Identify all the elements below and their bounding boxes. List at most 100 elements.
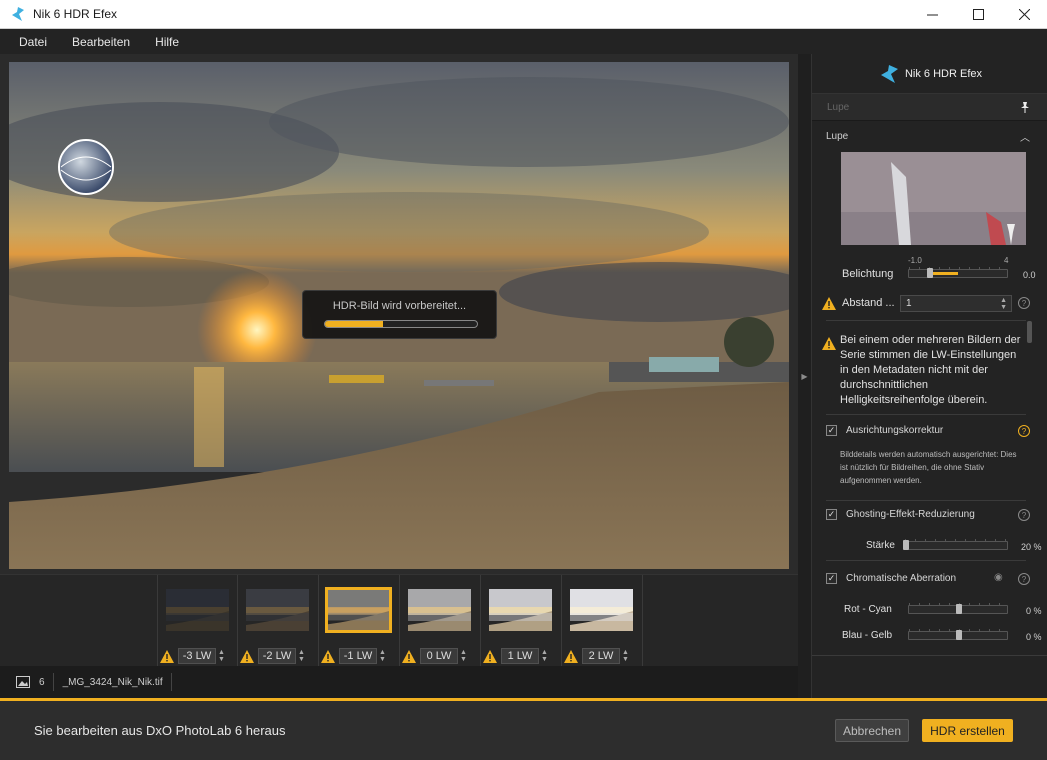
lw-warning-text: Bei einem oder mehreren Bildern der Seri… — [840, 334, 1021, 406]
loupe-section: Lupe ︿ -1.0 4 Belichtung 0.0 Abstand ...… — [812, 121, 1047, 760]
filmstrip-item[interactable]: 0 LW ▲ ▼ — [400, 575, 481, 667]
blue-yellow-knob[interactable] — [956, 630, 962, 640]
exposure-fill — [928, 272, 958, 275]
menu-bearbeiten[interactable]: Bearbeiten — [72, 35, 130, 49]
pin-icon[interactable] — [1019, 101, 1031, 113]
cancel-button[interactable]: Abbrechen — [835, 719, 909, 742]
panel-header: Nik 6 HDR Efex — [812, 54, 1047, 94]
alignment-help-icon[interactable]: ? — [1018, 425, 1030, 437]
filmstrip-item[interactable]: -3 LW ▲ ▼ — [157, 575, 238, 667]
divider — [826, 320, 1026, 321]
blue-yellow-label: Blau - Gelb — [842, 630, 893, 641]
divider — [826, 560, 1026, 561]
ev-spinner-arrows-icon[interactable]: ▲ ▼ — [622, 649, 629, 663]
divider — [826, 500, 1026, 501]
minimize-button[interactable] — [909, 0, 955, 29]
close-button[interactable] — [1001, 0, 1047, 29]
warning-icon — [822, 297, 836, 310]
filename: _MG_3424_Nik_Nik.tif — [63, 673, 172, 691]
ev-value-field[interactable]: -2 LW — [258, 648, 296, 664]
ev-value-field[interactable]: -1 LW — [339, 648, 377, 664]
red-cyan-slider[interactable] — [908, 603, 1008, 614]
create-hdr-button[interactable]: HDR erstellen — [922, 719, 1013, 742]
warning-icon — [483, 649, 497, 663]
exposure-ticks — [909, 267, 1007, 270]
ghosting-checkbox[interactable]: ✓ — [826, 509, 837, 520]
filmstrip-item[interactable]: 1 LW ▲ ▼ — [481, 575, 562, 667]
ev-control: -2 LW ▲ ▼ — [240, 648, 305, 664]
status-strip: 6 _MG_3424_Nik_Nik.tif — [0, 666, 798, 698]
warning-icon — [321, 649, 335, 663]
strength-label: Stärke — [866, 540, 895, 551]
divider — [826, 414, 1026, 415]
ev-value-field[interactable]: 1 LW — [501, 648, 539, 664]
exposure-knob[interactable] — [927, 268, 933, 278]
blue-yellow-slider[interactable] — [908, 629, 1008, 640]
loupe-title: Lupe — [826, 131, 849, 142]
thumbnail[interactable] — [246, 589, 309, 631]
ev-value-field[interactable]: 0 LW — [420, 648, 458, 664]
chromatic-help-icon[interactable]: ? — [1018, 573, 1030, 585]
distance-help-icon[interactable]: ? — [1018, 297, 1030, 309]
loupe-header: Lupe — [812, 94, 1047, 121]
progress-text: HDR-Bild wird vorbereitet... — [332, 300, 467, 312]
thumbnail[interactable] — [570, 589, 633, 631]
ev-spinner-arrows-icon[interactable]: ▲ ▼ — [218, 649, 225, 663]
filmstrip-item[interactable]: -1 LW ▲ ▼ — [319, 575, 400, 667]
image-icon — [16, 676, 30, 688]
ev-value-field[interactable]: 2 LW — [582, 648, 620, 664]
ev-spinner-arrows-icon[interactable]: ▲ ▼ — [460, 649, 467, 663]
ev-spinner-arrows-icon[interactable]: ▲ ▼ — [541, 649, 548, 663]
strength-ticks — [905, 539, 1007, 542]
thumbnail[interactable] — [166, 589, 229, 631]
strength-knob[interactable] — [903, 540, 909, 550]
chromatic-label: Chromatische Aberration — [846, 573, 957, 584]
footer-message: Sie bearbeiten aus DxO PhotoLab 6 heraus — [34, 723, 286, 738]
exposure-value: 0.0 — [1023, 270, 1036, 280]
image-count: 6 — [39, 673, 54, 691]
watermark-badge — [31, 112, 141, 222]
thumbnail[interactable] — [489, 589, 552, 631]
thumbnail[interactable] — [408, 589, 471, 631]
ev-value-field[interactable]: -3 LW — [178, 648, 216, 664]
ev-spinner-arrows-icon[interactable]: ▲ ▼ — [298, 649, 305, 663]
filmstrip-item[interactable]: -2 LW ▲ ▼ — [238, 575, 319, 667]
chevron-right-icon: ▶ — [801, 371, 808, 381]
window-controls — [909, 0, 1047, 29]
ev-control: 0 LW ▲ ▼ — [402, 648, 467, 664]
ghosting-label: Ghosting-Effekt-Reduzierung — [846, 509, 975, 520]
panel-scrollbar[interactable] — [1027, 321, 1032, 343]
panel-collapse-toggle[interactable]: ▶ — [798, 54, 811, 698]
spinner-arrows-icon[interactable]: ▲ ▼ — [1000, 297, 1007, 311]
exposure-min-label: -1.0 — [908, 256, 922, 265]
ev-control: 2 LW ▲ ▼ — [564, 648, 629, 664]
close-icon — [1018, 9, 1030, 20]
thumbnail[interactable] — [325, 587, 392, 633]
maximize-button[interactable] — [955, 0, 1001, 29]
ev-spinner-arrows-icon[interactable]: ▲ ▼ — [379, 649, 386, 663]
exposure-max-label: 4 — [1004, 256, 1009, 265]
loupe-preview — [841, 152, 1026, 245]
strength-slider[interactable] — [903, 539, 1008, 550]
menu-hilfe[interactable]: Hilfe — [155, 35, 179, 49]
distance-spinner[interactable]: 1 ▲ ▼ — [900, 295, 1012, 312]
minimize-icon — [926, 14, 938, 16]
eye-icon[interactable]: ◉ — [994, 572, 1003, 583]
warning-icon — [240, 649, 254, 663]
warning-icon — [822, 337, 836, 350]
chromatic-checkbox[interactable]: ✓ — [826, 573, 837, 584]
chevron-up-icon[interactable]: ︿ — [1020, 129, 1030, 144]
red-cyan-value: 0 % — [1026, 606, 1042, 616]
menu-bar: Datei Bearbeiten Hilfe — [0, 29, 1047, 54]
filmstrip: -3 LW ▲ ▼ -2 LW ▲ ▼ -1 LW ▲ ▼ 0 LW ▲ ▼ 1 LW ▲ ▼ 2 LW ▲ ▼ — [0, 574, 798, 667]
alignment-checkbox[interactable]: ✓ — [826, 425, 837, 436]
exposure-slider[interactable] — [908, 267, 1008, 278]
maximize-icon — [972, 9, 984, 20]
menu-datei[interactable]: Datei — [19, 35, 47, 49]
red-cyan-label: Rot - Cyan — [844, 604, 892, 615]
alignment-note: Bilddetails werden automatisch ausgerich… — [840, 450, 1017, 485]
red-cyan-knob[interactable] — [956, 604, 962, 614]
ghosting-help-icon[interactable]: ? — [1018, 509, 1030, 521]
filmstrip-item[interactable]: 2 LW ▲ ▼ — [562, 575, 643, 667]
strength-value: 20 % — [1021, 542, 1042, 552]
